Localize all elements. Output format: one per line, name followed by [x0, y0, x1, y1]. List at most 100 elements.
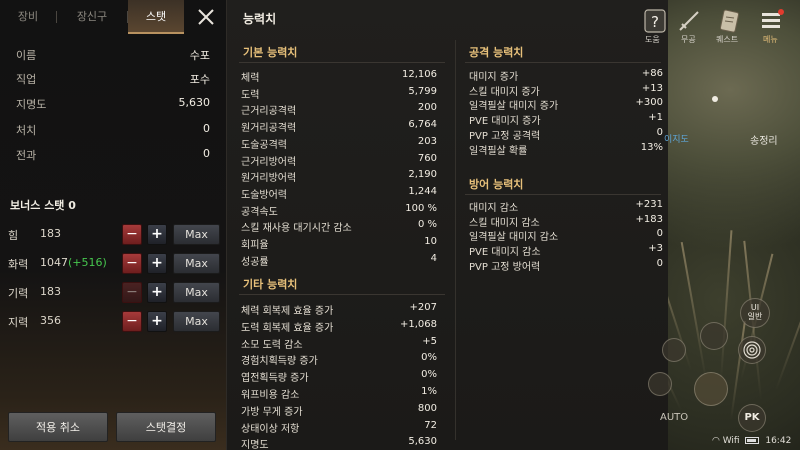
help-button[interactable]: ?	[641, 8, 669, 36]
ability-row: 워프비용 감소 1%	[241, 386, 437, 401]
ability-row: 체력 12,106	[241, 69, 437, 84]
attack-section-title: 공격 능력치	[469, 46, 524, 59]
grass-blade	[680, 241, 707, 381]
section-divider	[465, 194, 661, 195]
close-button[interactable]	[194, 5, 218, 29]
ability-key: 경험치획득량 증가	[241, 356, 318, 368]
profile-fame-row: 지명도 5,630	[16, 96, 210, 116]
map-shortcut-label[interactable]: 이지도	[664, 132, 689, 145]
ability-row: 도력 5,799	[241, 86, 437, 101]
sword-icon	[679, 11, 699, 31]
ability-value: 0 %	[417, 219, 437, 231]
ability-key: 도력 회복제 효율 증가	[241, 322, 334, 334]
profile-key: 이름	[16, 49, 37, 62]
ability-value: +207	[409, 302, 437, 313]
ability-key: 체력 회복제 효율 증가	[241, 306, 334, 317]
stat-row-strength: 힘 183 − + Max	[8, 224, 220, 246]
decrease-button[interactable]: −	[122, 224, 142, 245]
ability-value: 760	[417, 152, 437, 164]
increase-button[interactable]: +	[147, 311, 167, 332]
menu-button[interactable]	[758, 8, 784, 34]
ability-value: 0%	[421, 369, 437, 381]
increase-button[interactable]: +	[147, 224, 167, 245]
ability-value: 12,106	[402, 69, 437, 80]
attack-button[interactable]	[694, 372, 728, 406]
profile-key: 지명도	[16, 98, 47, 111]
ability-panel: 능력치 기본 능력치 체력 12,106 도력 5,799 근거리공격력 200 원거리공격…	[226, 0, 668, 450]
ability-value: 6,764	[408, 119, 437, 131]
ability-value: 5,630	[408, 436, 437, 448]
section-divider	[465, 62, 661, 63]
cancel-apply-button[interactable]: 적용 취소	[8, 412, 108, 442]
ability-key: 지명도	[241, 440, 269, 450]
skill-slot[interactable]	[700, 322, 728, 350]
ability-row: 스킬 대미지 감소 +183	[469, 214, 663, 229]
tab-stats[interactable]: 스탯	[128, 0, 184, 34]
max-button[interactable]: Max	[173, 311, 220, 332]
ability-value: 100 %	[405, 202, 437, 214]
ability-value: +13	[641, 82, 663, 94]
skill-slot[interactable]	[648, 372, 672, 396]
stat-name: 기력	[8, 287, 29, 300]
ability-value: 10	[424, 236, 437, 247]
ability-key: 엽전획득량 증가	[241, 373, 309, 385]
ability-key: 원거리공격력	[241, 123, 297, 135]
ability-value: 200	[417, 102, 437, 114]
profile-value: 수포	[189, 49, 210, 62]
clock: 16:42	[765, 436, 792, 446]
ability-key: PVP 고정 방어력	[469, 261, 541, 273]
ability-key: 스킬 재사용 대기시간 감소	[241, 223, 352, 235]
character-panel: 장비 장신구 스탯 이름 수포 직업 포수 지명도 5,630 처치 0 전과 …	[0, 0, 226, 450]
ability-row: 체력 회복제 효율 증가 +207	[241, 302, 437, 317]
profile-value: 포수	[189, 73, 210, 86]
ability-row: 스킬 대미지 증가 +13	[469, 83, 663, 98]
tab-equipment[interactable]: 장비	[0, 0, 56, 34]
ability-key: 소모 도력 감소	[241, 339, 303, 351]
ability-key: 상태이상 저항	[241, 423, 300, 435]
stat-bonus: (+516)	[68, 256, 107, 269]
ability-value: 0	[656, 257, 663, 269]
tab-bar: 장비 장신구 스탯	[0, 0, 226, 34]
ui-label: UI	[750, 303, 760, 312]
ui-mode-label: 일반	[747, 312, 763, 321]
ability-value: 72	[424, 419, 437, 431]
skill-slot[interactable]	[662, 338, 686, 362]
bonus-stat-title: 보너스 스탯 0	[10, 199, 76, 212]
ability-value: +5	[422, 335, 437, 347]
stat-value: 183	[40, 285, 61, 298]
ui-mode-button[interactable]: UI 일반	[740, 298, 770, 328]
help-icon: ?	[644, 9, 666, 33]
max-button[interactable]: Max	[173, 253, 220, 274]
ability-row: 엽전획득량 증가 0%	[241, 369, 437, 384]
ability-value: +1	[648, 112, 663, 124]
confirm-stat-button[interactable]: 스탯결정	[116, 412, 216, 442]
ability-key: 성공률	[241, 256, 269, 268]
ability-row: 원거리방어력 2,190	[241, 169, 437, 184]
ability-value: 13%	[640, 141, 663, 153]
decrease-button[interactable]: −	[122, 282, 142, 303]
ability-key: 근거리방어력	[241, 156, 297, 168]
max-button[interactable]: Max	[173, 282, 220, 303]
stat-name: 화력	[8, 258, 29, 271]
pk-button[interactable]: PK	[738, 404, 766, 432]
weapon-button[interactable]	[676, 8, 702, 34]
basic-section-title: 기본 능력치	[243, 46, 298, 59]
ability-row: 원거리공격력 6,764	[241, 119, 437, 134]
decrease-button[interactable]: −	[122, 311, 142, 332]
ability-value: +1,068	[399, 318, 437, 330]
ability-key: 일격필살 대미지 감소	[469, 232, 559, 244]
tab-accessory[interactable]: 장신구	[57, 0, 127, 34]
ability-row: 일격필살 대미지 증가 +300	[469, 97, 663, 112]
ability-key: 가방 무게 증가	[241, 406, 303, 418]
ability-row: 스킬 재사용 대기시간 감소 0 %	[241, 219, 437, 234]
target-button[interactable]	[738, 336, 766, 364]
increase-button[interactable]: +	[147, 253, 167, 274]
decrease-button[interactable]: −	[122, 253, 142, 274]
ability-value: 2,190	[408, 169, 437, 181]
menu-label: 메뉴	[763, 35, 778, 44]
auto-button[interactable]: AUTO	[660, 412, 688, 423]
quest-button[interactable]	[716, 8, 742, 34]
ability-key: 도력	[241, 89, 260, 101]
max-button[interactable]: Max	[173, 224, 220, 245]
increase-button[interactable]: +	[147, 282, 167, 303]
